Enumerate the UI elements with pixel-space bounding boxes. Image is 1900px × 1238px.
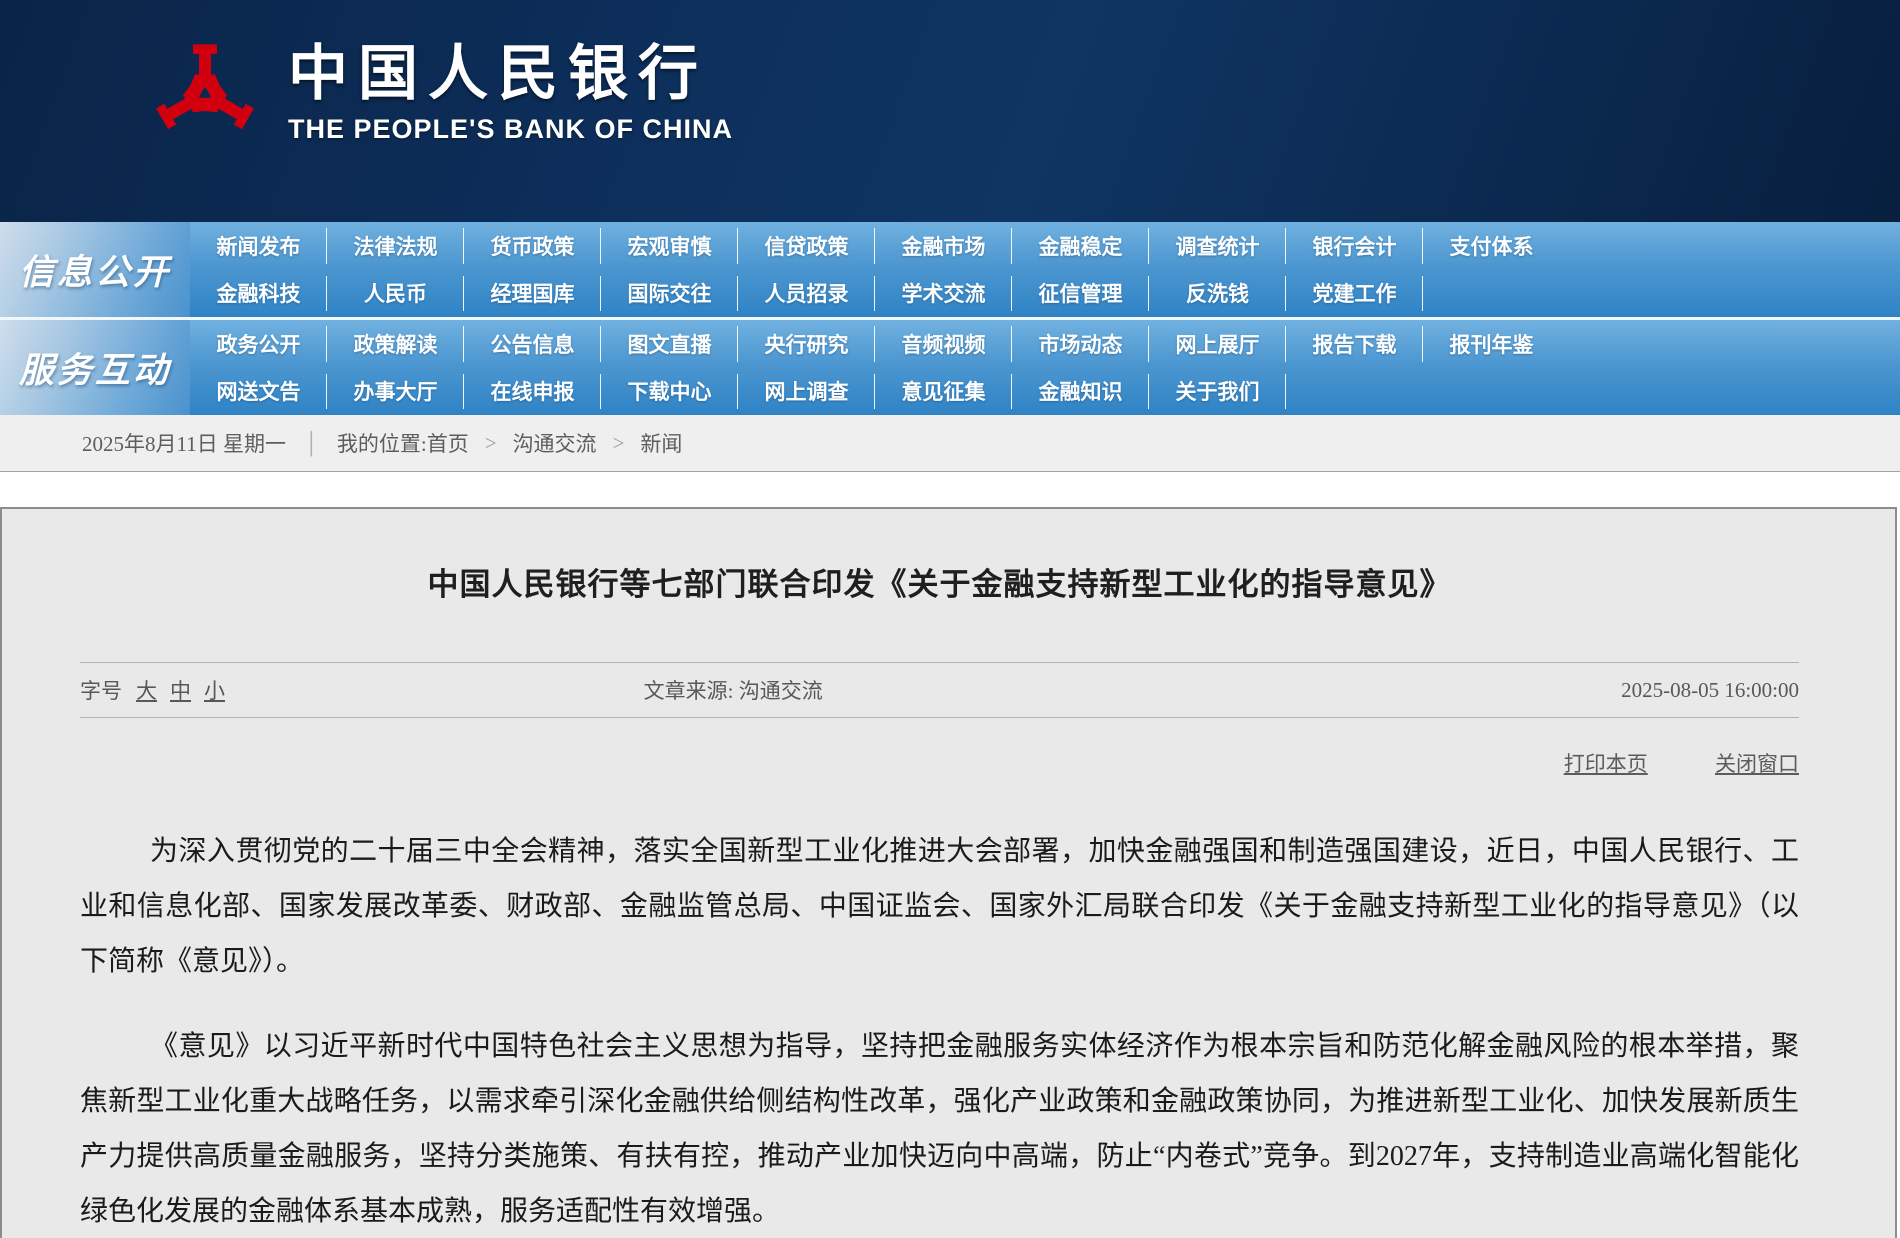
nav-item-macroprudential[interactable]: 宏观审慎 [601, 222, 738, 270]
nav-row: 政务公开 政策解读 公告信息 图文直播 央行研究 音频视频 市场动态 网上展厅 … [190, 320, 1900, 368]
nav-item-renminbi[interactable]: 人民币 [327, 270, 464, 318]
nav-item-laws-regulations[interactable]: 法律法规 [327, 222, 464, 270]
nav-item-online-survey[interactable]: 网上调查 [738, 368, 875, 416]
nav-item-recruitment[interactable]: 人员招录 [738, 270, 875, 318]
nav-item-live-broadcast[interactable]: 图文直播 [601, 320, 738, 368]
breadcrumb-bar: 2025年8月11日 星期一 │ 我的位置: 首页 > 沟通交流 > 新闻 [0, 415, 1900, 472]
nav-item-periodicals-yearbook[interactable]: 报刊年鉴 [1423, 320, 1560, 368]
nav-item-news-release[interactable]: 新闻发布 [190, 222, 327, 270]
nav-row: 金融科技 人民币 经理国库 国际交往 人员招录 学术交流 征信管理 反洗钱 党建… [190, 270, 1900, 318]
nav-item-credit-reporting[interactable]: 征信管理 [1012, 270, 1149, 318]
font-size-medium-button[interactable]: 中 [170, 675, 191, 705]
nav-item-financial-knowledge[interactable]: 金融知识 [1012, 368, 1149, 416]
site-title-chinese: 中国人民银行 [288, 41, 708, 107]
brand-text: 中国人民银行 THE PEOPLE'S BANK OF CHINA [288, 43, 733, 145]
breadcrumb-communication[interactable]: 沟通交流 [513, 428, 597, 458]
nav-item-online-exhibition[interactable]: 网上展厅 [1149, 320, 1286, 368]
nav-rows: 政务公开 政策解读 公告信息 图文直播 央行研究 音频视频 市场动态 网上展厅 … [190, 320, 1900, 415]
nav-item-bank-accounting[interactable]: 银行会计 [1286, 222, 1423, 270]
nav-item-download-center[interactable]: 下载中心 [601, 368, 738, 416]
nav-item-party-building[interactable]: 党建工作 [1286, 270, 1423, 318]
font-size-large-button[interactable]: 大 [136, 675, 157, 705]
nav-section-information-disclosure: 信息公开 新闻发布 法律法规 货币政策 宏观审慎 信贷政策 金融市场 金融稳定 … [0, 222, 1900, 317]
close-window-link[interactable]: 关闭窗口 [1715, 752, 1799, 776]
breadcrumb-divider: │ [303, 430, 319, 455]
site-title-english: THE PEOPLE'S BANK OF CHINA [288, 114, 733, 144]
article-source: 文章来源: 沟通交流 [644, 675, 823, 705]
nav-item-academic-exchange[interactable]: 学术交流 [875, 270, 1012, 318]
article-paragraph: 《意见》以习近平新时代中国特色社会主义思想为指导，坚持把金融服务实体经济作为根本… [80, 1031, 1799, 1227]
nav-item-international-exchange[interactable]: 国际交往 [601, 270, 738, 318]
breadcrumb-home[interactable]: 首页 [427, 428, 469, 458]
site-header: 中国人民银行 THE PEOPLE'S BANK OF CHINA [0, 0, 1900, 222]
brand[interactable]: 中国人民银行 THE PEOPLE'S BANK OF CHINA [152, 34, 733, 154]
article-title: 中国人民银行等七部门联合印发《关于金融支持新型工业化的指导意见》 [427, 567, 1452, 602]
article-paragraph: 为深入贯彻党的二十届三中全会精神，落实全国新型工业化推进大会部署，加快金融强国和… [80, 836, 1799, 977]
nav-item-about-us[interactable]: 关于我们 [1149, 368, 1286, 416]
pboc-emblem-icon [156, 44, 254, 130]
source-value: 沟通交流 [738, 679, 823, 703]
current-date: 2025年8月11日 星期一 [82, 432, 286, 456]
nav-item-policy-interpretation[interactable]: 政策解读 [327, 320, 464, 368]
font-size-label: 字号 [80, 679, 122, 703]
article-actions: 打印本页 关闭窗口 [80, 748, 1799, 778]
article-datetime: 2025-08-05 16:00:00 [1621, 677, 1799, 702]
nav-item-payment-system[interactable]: 支付体系 [1423, 222, 1560, 270]
article-meta-bar: 字号 大 中 小 文章来源: 沟通交流 2025-08-05 16:00:00 [80, 662, 1799, 718]
nav-item-service-hall[interactable]: 办事大厅 [327, 368, 464, 416]
spacer-strip [0, 472, 1900, 507]
nav-empty-cell [1423, 368, 1560, 416]
nav-item-survey-statistics[interactable]: 调查统计 [1149, 222, 1286, 270]
nav-item-announcements[interactable]: 公告信息 [464, 320, 601, 368]
nav-item-market-dynamics[interactable]: 市场动态 [1012, 320, 1149, 368]
nav-empty-cell [1286, 368, 1423, 416]
nav-item-anti-money-laundering[interactable]: 反洗钱 [1149, 270, 1286, 318]
article-body: 为深入贯彻党的二十届三中全会精神，落实全国新型工业化推进大会部署，加快金融强国和… [80, 824, 1799, 1238]
location-prefix: 我的位置: [336, 432, 427, 456]
nav-item-government-affairs[interactable]: 政务公开 [190, 320, 327, 368]
nav-empty-cell [1423, 270, 1560, 318]
nav-rows: 新闻发布 法律法规 货币政策 宏观审慎 信贷政策 金融市场 金融稳定 调查统计 … [190, 222, 1900, 317]
font-size-small-button[interactable]: 小 [204, 675, 225, 705]
main-navigation: 信息公开 新闻发布 法律法规 货币政策 宏观审慎 信贷政策 金融市场 金融稳定 … [0, 222, 1900, 415]
article-container: 中国人民银行等七部门联合印发《关于金融支持新型工业化的指导意见》 字号 大 中 … [0, 507, 1897, 1238]
source-label: 文章来源: [643, 679, 734, 703]
nav-item-document-delivery[interactable]: 网送文告 [190, 368, 327, 416]
nav-item-opinion-solicitation[interactable]: 意见征集 [875, 368, 1012, 416]
nav-item-financial-markets[interactable]: 金融市场 [875, 222, 1012, 270]
nav-item-fintech[interactable]: 金融科技 [190, 270, 327, 318]
font-size-control: 字号 大 中 小 [80, 675, 238, 705]
nav-item-financial-stability[interactable]: 金融稳定 [1012, 222, 1149, 270]
nav-section-service-interaction: 服务互动 政务公开 政策解读 公告信息 图文直播 央行研究 音频视频 市场动态 … [0, 320, 1900, 415]
breadcrumb-news[interactable]: 新闻 [640, 428, 682, 458]
nav-section-label-service-interaction[interactable]: 服务互动 [0, 320, 190, 415]
nav-item-online-declaration[interactable]: 在线申报 [464, 368, 601, 416]
nav-item-central-bank-research[interactable]: 央行研究 [738, 320, 875, 368]
nav-item-monetary-policy[interactable]: 货币政策 [464, 222, 601, 270]
nav-item-audio-video[interactable]: 音频视频 [875, 320, 1012, 368]
nav-row: 网送文告 办事大厅 在线申报 下载中心 网上调查 意见征集 金融知识 关于我们 [190, 368, 1900, 416]
breadcrumb-separator: > [484, 430, 497, 455]
nav-item-report-download[interactable]: 报告下载 [1286, 320, 1423, 368]
nav-item-state-treasury[interactable]: 经理国库 [464, 270, 601, 318]
breadcrumb-separator: > [612, 430, 625, 455]
nav-item-credit-policy[interactable]: 信贷政策 [738, 222, 875, 270]
nav-row: 新闻发布 法律法规 货币政策 宏观审慎 信贷政策 金融市场 金融稳定 调查统计 … [190, 222, 1900, 270]
nav-section-label-information-disclosure[interactable]: 信息公开 [0, 222, 190, 317]
print-page-link[interactable]: 打印本页 [1564, 752, 1648, 776]
